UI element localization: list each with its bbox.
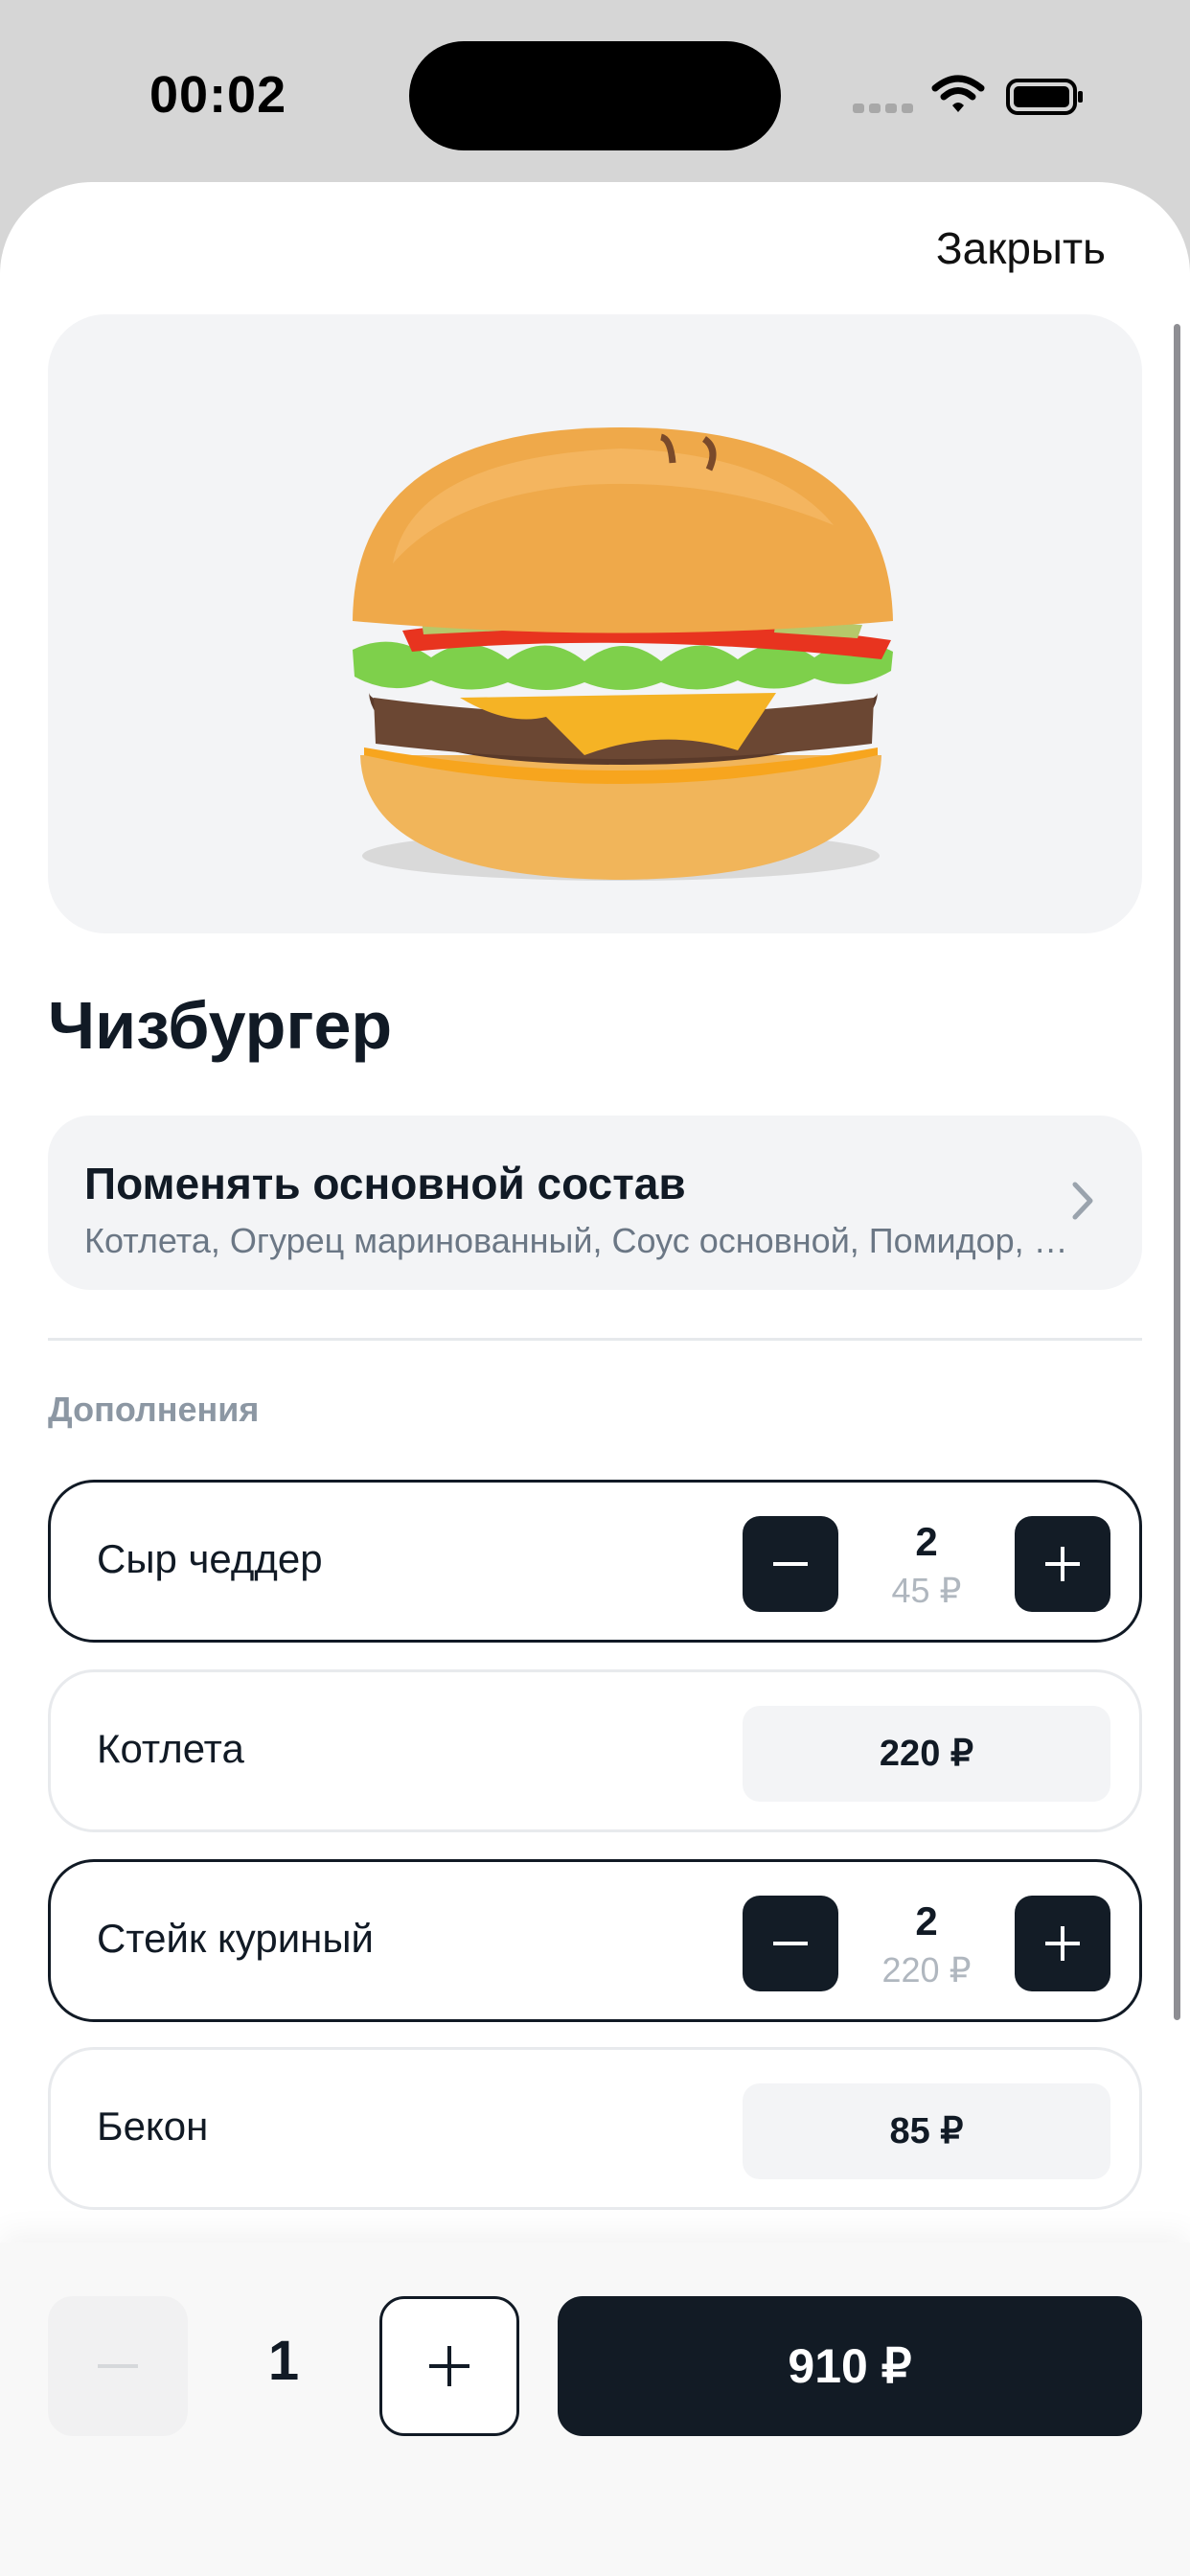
order-quantity: 1 [267, 2330, 300, 2392]
addon-name: Котлета [97, 1726, 244, 1771]
add-addon-button[interactable]: 220 ₽ [743, 1706, 1110, 1802]
addon-name: Сыр чеддер [97, 1536, 323, 1581]
battery-icon [1006, 79, 1083, 115]
minus-icon [773, 1942, 808, 1945]
cellular-signal-icon [853, 104, 914, 113]
addon-item-cheddar[interactable]: Сыр чеддер 2 45 ₽ [48, 1480, 1142, 1643]
increase-button[interactable] [1015, 1896, 1110, 1991]
composition-summary: Котлета, Огурец маринованный, Соус основ… [84, 1221, 1081, 1260]
minus-icon [773, 1562, 808, 1566]
addon-quantity: 2 [915, 1898, 938, 1944]
addon-item-bacon[interactable]: Бекон 85 ₽ [48, 2047, 1142, 2210]
dynamic-island [409, 41, 781, 150]
addons-section-label: Дополнения [48, 1390, 260, 1429]
order-decrease-button[interactable] [48, 2296, 188, 2436]
status-time: 00:02 [149, 66, 287, 124]
addon-quantity: 2 [915, 1519, 938, 1564]
product-sheet: Закрыть Чизбургер Поменять основной сост… [0, 182, 1190, 2576]
addon-price: 45 ₽ [891, 1571, 962, 1610]
addon-item-patty[interactable]: Котлета 220 ₽ [48, 1669, 1142, 1832]
product-image [48, 314, 1142, 933]
addon-name: Стейк куриный [97, 1916, 374, 1961]
chevron-right-icon [1072, 1182, 1093, 1220]
add-addon-button[interactable]: 85 ₽ [743, 2083, 1110, 2179]
order-increase-button[interactable] [379, 2296, 519, 2436]
change-composition-button[interactable]: Поменять основной состав Котлета, Огурец… [48, 1116, 1142, 1290]
plus-icon [1045, 1926, 1080, 1961]
composition-title: Поменять основной состав [84, 1159, 686, 1208]
divider [48, 1338, 1142, 1341]
addon-item-chicken-steak[interactable]: Стейк куриный 2 220 ₽ [48, 1859, 1142, 2022]
decrease-button[interactable] [743, 1516, 838, 1612]
addon-name: Бекон [97, 2104, 209, 2149]
plus-icon [1045, 1547, 1080, 1581]
increase-button[interactable] [1015, 1516, 1110, 1612]
scroll-indicator[interactable] [1174, 324, 1180, 2020]
cheeseburger-photo [353, 427, 893, 881]
wifi-icon [931, 75, 985, 112]
close-button[interactable]: Закрыть [936, 222, 1106, 274]
minus-icon [98, 2364, 138, 2368]
decrease-button[interactable] [743, 1896, 838, 1991]
addon-price: 220 ₽ [881, 1950, 972, 1990]
order-bar: 1 910 ₽ [0, 2242, 1190, 2576]
plus-icon [429, 2346, 469, 2386]
product-title: Чизбургер [48, 988, 393, 1063]
add-to-cart-button[interactable]: 910 ₽ [558, 2296, 1142, 2436]
